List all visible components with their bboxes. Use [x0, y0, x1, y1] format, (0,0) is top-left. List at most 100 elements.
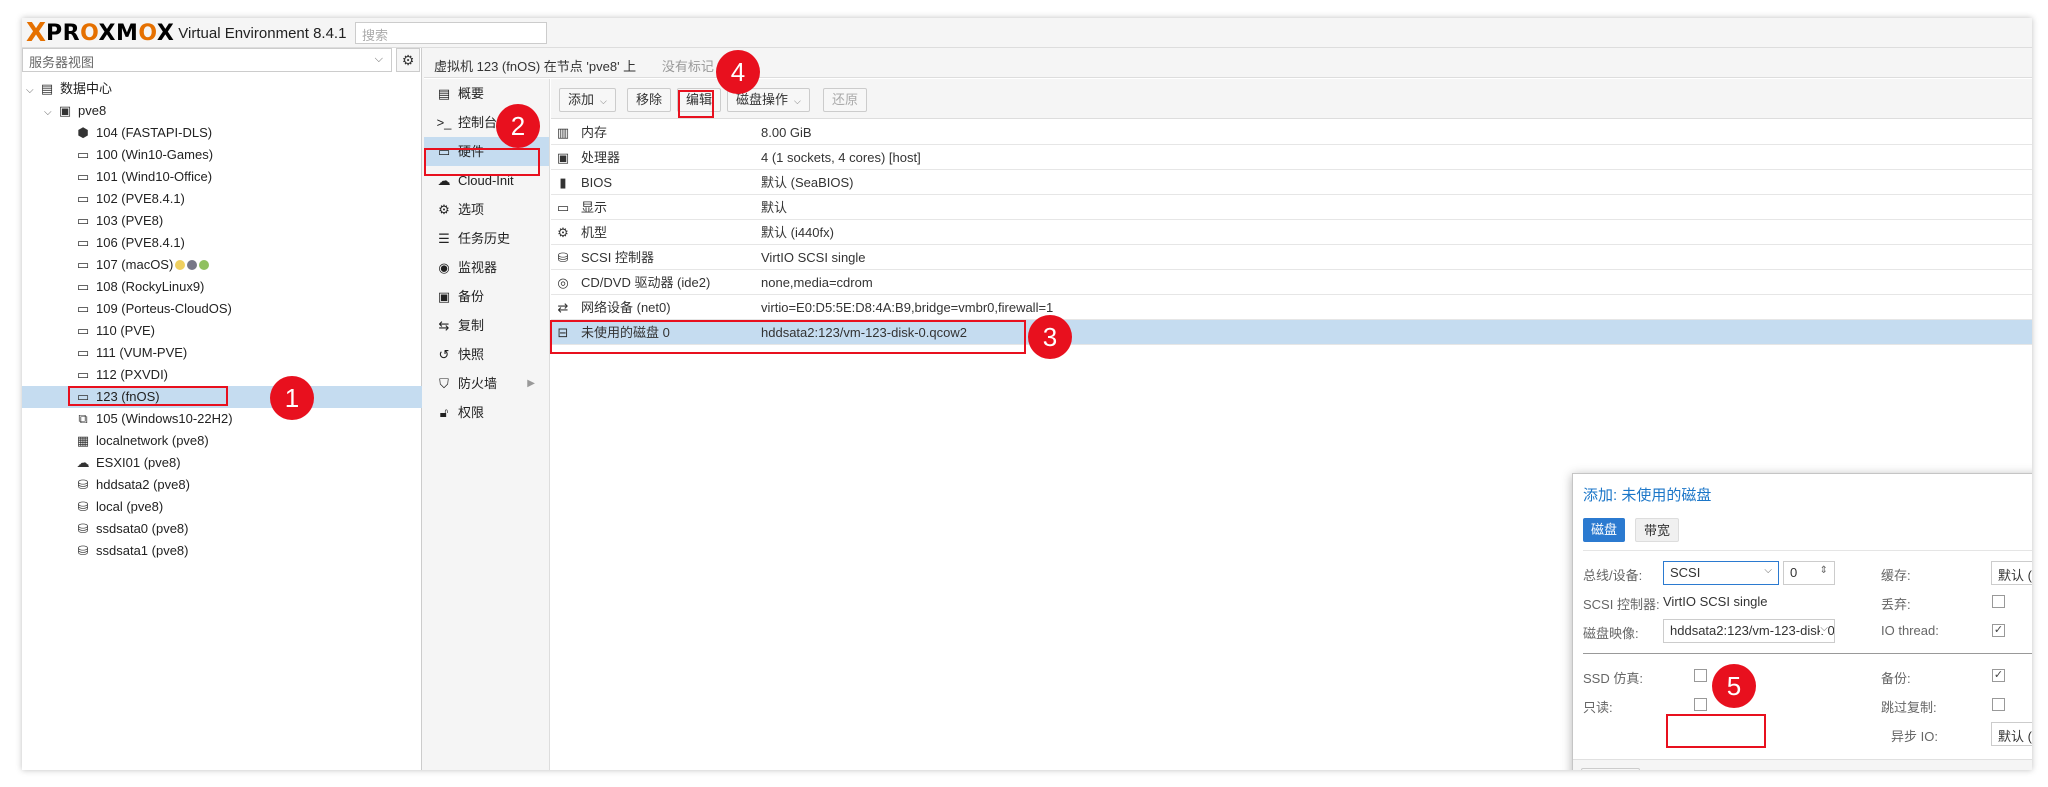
annotation-box-4 — [678, 90, 714, 118]
exchange-icon: ⇄ — [557, 300, 569, 315]
subnav-item[interactable]: 🔓︎ 权限 — [424, 398, 549, 427]
hardware-name: 内存 — [581, 125, 608, 140]
ssd-emulation-checkbox[interactable] — [1694, 669, 1707, 682]
vm-icon: ▭ — [76, 301, 90, 316]
tree-item-label: ssdsata1 (pve8) — [96, 543, 189, 558]
chevron-down-icon: ⌵ — [1820, 623, 1828, 634]
annotation-box-5 — [1666, 714, 1766, 748]
subnav-item[interactable]: ☰ 任务历史 — [424, 224, 549, 253]
chevron-down-icon[interactable]: ⌵ — [44, 102, 56, 124]
async-io-select[interactable]: 默认 (io_uring) — [1991, 722, 2032, 746]
page-title: 虚拟机 123 (fnOS) 在节点 'pve8' 上 — [434, 59, 637, 74]
hardware-value: 默认 — [761, 200, 788, 215]
tree-item[interactable]: ▦ localnetwork (pve8) — [22, 430, 422, 452]
tree-item-label: local (pve8) — [96, 499, 164, 514]
tree-item[interactable]: ⛁ local (pve8) — [22, 496, 422, 518]
bus-label: 总线/设备: — [1583, 568, 1643, 583]
remove-button[interactable]: 移除 — [627, 88, 672, 112]
table-row[interactable]: ▮ BIOS 默认 (SeaBIOS) — [551, 170, 2032, 195]
chevron-down-icon[interactable]: ⌵ — [26, 80, 38, 102]
tree-item[interactable]: ⛁ ssdsata0 (pve8) — [22, 518, 422, 540]
storage-icon: ⛁ — [77, 499, 89, 514]
subnav-item[interactable]: ⇆ 复制 — [424, 311, 549, 340]
add-button[interactable]: 添加 ⌵ — [559, 88, 616, 112]
summary-icon: ▤ — [437, 86, 451, 101]
table-row[interactable]: ▥ 内存 8.00 GiB — [551, 120, 2032, 145]
bus-select[interactable]: SCSI ⌵ — [1663, 561, 1779, 585]
iothread-checkbox[interactable]: ✓ — [1992, 624, 2005, 637]
vm-icon: ▭ — [76, 345, 90, 360]
tab-bandwidth[interactable]: 带宽 — [1635, 518, 1680, 542]
tree-item[interactable]: ⛁ hddsata2 (pve8) — [22, 474, 422, 496]
subnav-item[interactable]: ▤ 概要 — [424, 79, 549, 108]
tree-item[interactable]: ▭ 111 (VUM-PVE) — [22, 342, 422, 364]
tree-item[interactable]: ▭ 108 (RockyLinux9) — [22, 276, 422, 298]
container-icon: ⬢ — [77, 125, 89, 140]
subnav-item[interactable]: ↺ 快照 — [424, 340, 549, 369]
shield-icon: ⛉ — [439, 376, 449, 391]
async-io-label: 异步 IO: — [1891, 729, 1938, 744]
unlock-icon: 🔓︎ — [439, 405, 449, 420]
view-selector[interactable]: 服务器视图 ⌵ — [22, 48, 392, 72]
tree-item[interactable]: ⛁ ssdsata1 (pve8) — [22, 540, 422, 562]
tree-item[interactable]: ▭ 112 (PXVDI) — [22, 364, 422, 386]
tree-item[interactable]: ⌵ ▣ pve8 — [22, 100, 422, 122]
annotation-box-2 — [424, 148, 540, 176]
proxmox-window: X PROXMOX Virtual Environment 8.4.1 搜索 服… — [22, 18, 2032, 770]
tree-item[interactable]: ▭ 106 (PVE8.4.1) — [22, 232, 422, 254]
tree-item[interactable]: ⧉ 105 (Windows10-22H2) — [22, 408, 422, 430]
tree-item[interactable]: ▭ 102 (PVE8.4.1) — [22, 188, 422, 210]
history-icon: ↺ — [438, 347, 450, 362]
gear-icon[interactable]: ⚙ — [396, 48, 420, 72]
tab-disk[interactable]: 磁盘 — [1583, 518, 1626, 542]
backup-checkbox[interactable]: ✓ — [1992, 669, 2005, 682]
tree-item[interactable]: ▭ 101 (Wind10-Office) — [22, 166, 422, 188]
revert-button[interactable]: 还原 — [823, 88, 868, 112]
hardware-value: VirtIO SCSI single — [761, 250, 866, 265]
tree-item[interactable]: ⬢ 104 (FASTAPI-DLS) — [22, 122, 422, 144]
tree-item-label: 108 (RockyLinux9) — [96, 279, 205, 294]
vm-icon: ▭ — [76, 279, 90, 294]
tree-item[interactable]: ▭ 109 (Porteus-CloudOS) — [22, 298, 422, 320]
help-button[interactable]: ❓︎ 帮助 — [1581, 768, 1641, 770]
vm-icon: ▭ — [76, 235, 90, 250]
hardware-toolbar: 添加 ⌵ 移除 编辑 磁盘操作 ⌵ 还原 — [551, 79, 2032, 119]
microchip-icon: ▮ — [559, 175, 567, 190]
chevron-down-icon: ⌵ — [374, 53, 383, 65]
annotation-badge-1: 1 — [270, 376, 314, 420]
hardware-value: 4 (1 sockets, 4 cores) [host] — [761, 150, 921, 165]
table-row[interactable]: ◎ CD/DVD 驱动器 (ide2) none,media=cdrom — [551, 270, 2032, 295]
table-row[interactable]: ▣ 处理器 4 (1 sockets, 4 cores) [host] — [551, 145, 2032, 170]
readonly-checkbox[interactable] — [1694, 698, 1707, 711]
table-row[interactable]: ▭ 显示 默认 — [551, 195, 2032, 220]
template-icon: ⧉ — [78, 411, 88, 426]
cache-select[interactable]: 默认 (无缓存)⌵ — [1991, 561, 2032, 585]
disk-image-select[interactable]: hddsata2:123/vm-123-disk-0.qcow2⌵ — [1663, 619, 1835, 643]
tree-item[interactable]: ☁ ESXI01 (pve8) — [22, 452, 422, 474]
tree-item[interactable]: ▭ 100 (Win10-Games) — [22, 144, 422, 166]
subnav-item[interactable]: ⛉ 防火墙 ▶ — [424, 369, 549, 398]
annotation-badge-2: 2 — [496, 104, 540, 148]
tree-item[interactable]: ▭ 110 (PVE) — [22, 320, 422, 342]
table-row[interactable]: ⇄ 网络设备 (net0) virtio=E0:D5:5E:D8:4A:B9,bri… — [551, 295, 2032, 320]
tree-item-label: 103 (PVE8) — [96, 213, 164, 228]
subnav-item[interactable]: ◉ 监视器 — [424, 253, 549, 282]
tree-item[interactable]: ⌵ ▤ 数据中心 — [22, 78, 422, 100]
discard-checkbox[interactable] — [1992, 595, 2005, 608]
table-row[interactable]: ⛁ SCSI 控制器 VirtIO SCSI single — [551, 245, 2032, 270]
device-number-stepper[interactable]: 0 ⇕ — [1783, 561, 1835, 585]
chevron-down-icon: ⌵ — [600, 96, 607, 106]
subnav-item[interactable]: ⚙ 选项 — [424, 195, 549, 224]
chevron-down-icon: ⌵ — [1764, 565, 1772, 576]
vm-icon: ▭ — [76, 191, 90, 206]
search-input[interactable]: 搜索 — [355, 22, 547, 44]
tree-item[interactable]: ▭ 107 (macOS) — [22, 254, 422, 276]
tree-item[interactable]: ▭ 103 (PVE8) — [22, 210, 422, 232]
subnav-item[interactable]: ▣ 备份 — [424, 282, 549, 311]
table-row[interactable]: ⚙ 机型 默认 (i440fx) — [551, 220, 2032, 245]
skip-replication-checkbox[interactable] — [1992, 698, 2005, 711]
tree-item-label: hddsata2 (pve8) — [96, 477, 190, 492]
tree-item-label: 105 (Windows10-22H2) — [96, 411, 233, 426]
tree-item-label: ESXI01 (pve8) — [96, 455, 181, 470]
node-icon: ▣ — [58, 103, 72, 118]
